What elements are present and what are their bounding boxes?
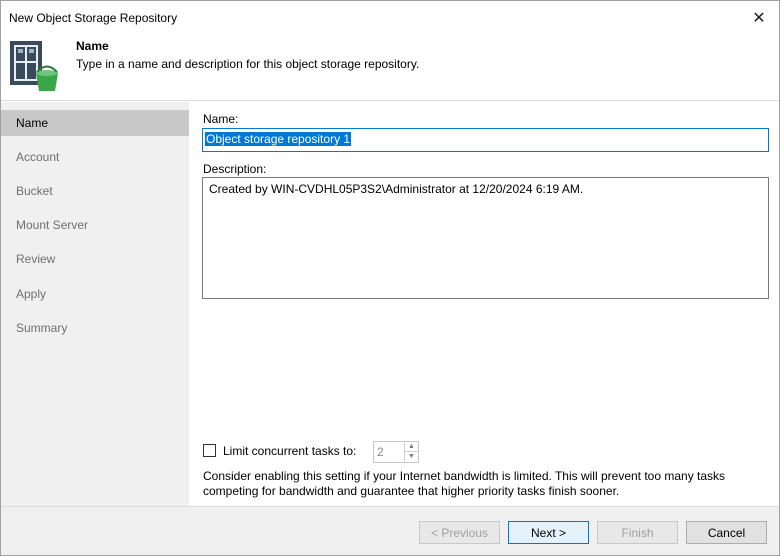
sidebar-item-review[interactable]: Review (1, 246, 189, 272)
step-subtitle: Type in a name and description for this … (76, 57, 420, 71)
description-value: Created by WIN-CVDHL05P3S2\Administrator… (209, 182, 584, 196)
close-icon: ✕ (752, 10, 766, 27)
limit-tasks-label[interactable]: Limit concurrent tasks to: (223, 444, 356, 458)
window-title: New Object Storage Repository (9, 11, 178, 25)
sidebar-item-account[interactable]: Account (1, 144, 189, 170)
description-textarea[interactable]: Created by WIN-CVDHL05P3S2\Administrator… (202, 177, 769, 299)
sidebar-item-apply[interactable]: Apply (1, 281, 189, 307)
name-label: Name: (203, 112, 239, 126)
sidebar-item-summary[interactable]: Summary (1, 315, 189, 341)
step-content: Name: Object storage repository 1 Descri… (189, 102, 779, 506)
finish-button[interactable]: Finish (597, 521, 678, 544)
close-button[interactable]: ✕ (739, 1, 779, 35)
step-header: Name Type in a name and description for … (1, 35, 779, 101)
wizard-steps-sidebar: Name Account Bucket Mount Server Review … (1, 102, 189, 506)
limit-tasks-stepper[interactable]: 2 ▲ ▼ (373, 441, 419, 463)
bandwidth-hint: Consider enabling this setting if your I… (203, 469, 726, 498)
wizard-footer: < Previous Next > Finish Cancel (1, 506, 779, 555)
limit-tasks-value: 2 (377, 445, 384, 459)
cancel-button[interactable]: Cancel (686, 521, 767, 544)
step-title: Name (76, 39, 109, 53)
next-button[interactable]: Next > (508, 521, 589, 544)
sidebar-item-name[interactable]: Name (1, 110, 189, 136)
object-storage-repository-icon (10, 41, 58, 91)
wizard-window: New Object Storage Repository ✕ Name Typ… (0, 0, 780, 556)
name-input[interactable]: Object storage repository 1 (202, 128, 769, 152)
chevron-up-icon[interactable]: ▲ (405, 442, 418, 452)
previous-button[interactable]: < Previous (419, 521, 500, 544)
stepper-buttons: ▲ ▼ (404, 442, 418, 462)
title-bar: New Object Storage Repository ✕ (1, 1, 779, 35)
name-input-value: Object storage repository 1 (205, 132, 352, 146)
limit-tasks-checkbox[interactable] (203, 444, 216, 457)
limit-tasks-row: Limit concurrent tasks to: 2 ▲ ▼ (203, 441, 503, 463)
sidebar-item-bucket[interactable]: Bucket (1, 178, 189, 204)
sidebar-item-mount-server[interactable]: Mount Server (1, 212, 189, 238)
chevron-down-icon[interactable]: ▼ (405, 452, 418, 462)
description-label: Description: (203, 162, 267, 176)
